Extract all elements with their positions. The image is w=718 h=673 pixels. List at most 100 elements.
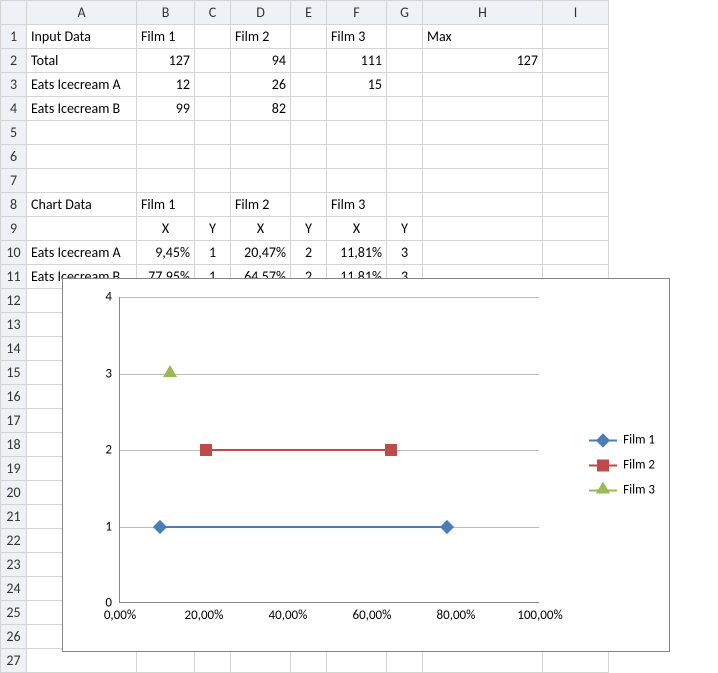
cell-G8[interactable] (387, 193, 423, 217)
cell-A10[interactable]: Eats Icecream A (27, 241, 137, 265)
cell-C5[interactable] (195, 121, 231, 145)
row-header-4[interactable]: 4 (1, 97, 27, 121)
row-header-7[interactable]: 7 (1, 169, 27, 193)
cell-C27[interactable] (195, 649, 231, 673)
cell-G9[interactable]: Y (387, 217, 423, 241)
row-header-2[interactable]: 2 (1, 49, 27, 73)
embedded-chart[interactable]: 012340,00%20,00%40,00%60,00%80,00%100,00… (62, 278, 670, 652)
column-header-F[interactable]: F (327, 1, 387, 25)
cell-D7[interactable] (231, 169, 291, 193)
row-header-9[interactable]: 9 (1, 217, 27, 241)
cell-B7[interactable] (137, 169, 195, 193)
row-header-15[interactable]: 15 (1, 361, 27, 385)
cell-A27[interactable] (27, 649, 137, 673)
cell-A3[interactable]: Eats Icecream A (27, 73, 137, 97)
cell-E27[interactable] (291, 649, 327, 673)
row-header-21[interactable]: 21 (1, 505, 27, 529)
cell-I10[interactable] (543, 241, 609, 265)
corner-cell[interactable] (1, 1, 27, 25)
row-header-3[interactable]: 3 (1, 73, 27, 97)
cell-I5[interactable] (543, 121, 609, 145)
row-header-24[interactable]: 24 (1, 577, 27, 601)
cell-D5[interactable] (231, 121, 291, 145)
column-header-I[interactable]: I (543, 1, 609, 25)
cell-B4[interactable]: 99 (137, 97, 195, 121)
cell-C3[interactable] (195, 73, 231, 97)
cell-I2[interactable] (543, 49, 609, 73)
cell-D27[interactable] (231, 649, 291, 673)
row-header-19[interactable]: 19 (1, 457, 27, 481)
row-header-5[interactable]: 5 (1, 121, 27, 145)
cell-B10[interactable]: 9,45% (137, 241, 195, 265)
cell-H9[interactable] (423, 217, 543, 241)
cell-C7[interactable] (195, 169, 231, 193)
cell-E5[interactable] (291, 121, 327, 145)
row-header-16[interactable]: 16 (1, 385, 27, 409)
column-header-C[interactable]: C (195, 1, 231, 25)
cell-C9[interactable]: Y (195, 217, 231, 241)
cell-I8[interactable] (543, 193, 609, 217)
cell-A4[interactable]: Eats Icecream B (27, 97, 137, 121)
cell-G5[interactable] (387, 121, 423, 145)
cell-G3[interactable] (387, 73, 423, 97)
cell-H8[interactable] (423, 193, 543, 217)
cell-G10[interactable]: 3 (387, 241, 423, 265)
column-header-G[interactable]: G (387, 1, 423, 25)
row-header-8[interactable]: 8 (1, 193, 27, 217)
cell-A7[interactable] (27, 169, 137, 193)
cell-D9[interactable]: X (231, 217, 291, 241)
cell-H1[interactable]: Max (423, 25, 543, 49)
row-header-23[interactable]: 23 (1, 553, 27, 577)
cell-H2[interactable]: 127 (423, 49, 543, 73)
cell-B2[interactable]: 127 (137, 49, 195, 73)
cell-G4[interactable] (387, 97, 423, 121)
cell-H4[interactable] (423, 97, 543, 121)
row-header-25[interactable]: 25 (1, 601, 27, 625)
cell-E10[interactable]: 2 (291, 241, 327, 265)
row-header-20[interactable]: 20 (1, 481, 27, 505)
cell-G6[interactable] (387, 145, 423, 169)
cell-G7[interactable] (387, 169, 423, 193)
cell-F27[interactable] (327, 649, 387, 673)
cell-D8[interactable]: Film 2 (231, 193, 291, 217)
cell-B3[interactable]: 12 (137, 73, 195, 97)
row-header-13[interactable]: 13 (1, 313, 27, 337)
cell-A2[interactable]: Total (27, 49, 137, 73)
cell-I27[interactable] (543, 649, 609, 673)
cell-F6[interactable] (327, 145, 387, 169)
cell-E1[interactable] (291, 25, 327, 49)
cell-H10[interactable] (423, 241, 543, 265)
row-header-17[interactable]: 17 (1, 409, 27, 433)
cell-H7[interactable] (423, 169, 543, 193)
cell-I9[interactable] (543, 217, 609, 241)
cell-I7[interactable] (543, 169, 609, 193)
cell-F5[interactable] (327, 121, 387, 145)
cell-D1[interactable]: Film 2 (231, 25, 291, 49)
row-header-11[interactable]: 11 (1, 265, 27, 289)
cell-B5[interactable] (137, 121, 195, 145)
cell-A8[interactable]: Chart Data (27, 193, 137, 217)
cell-D3[interactable]: 26 (231, 73, 291, 97)
column-header-E[interactable]: E (291, 1, 327, 25)
row-header-22[interactable]: 22 (1, 529, 27, 553)
cell-B8[interactable]: Film 1 (137, 193, 195, 217)
cell-B27[interactable] (137, 649, 195, 673)
row-header-27[interactable]: 27 (1, 649, 27, 673)
row-header-18[interactable]: 18 (1, 433, 27, 457)
cell-D4[interactable]: 82 (231, 97, 291, 121)
cell-E3[interactable] (291, 73, 327, 97)
cell-C10[interactable]: 1 (195, 241, 231, 265)
cell-A1[interactable]: Input Data (27, 25, 137, 49)
cell-G27[interactable] (387, 649, 423, 673)
column-header-H[interactable]: H (423, 1, 543, 25)
cell-G1[interactable] (387, 25, 423, 49)
cell-F8[interactable]: Film 3 (327, 193, 387, 217)
cell-F9[interactable]: X (327, 217, 387, 241)
cell-D2[interactable]: 94 (231, 49, 291, 73)
row-header-6[interactable]: 6 (1, 145, 27, 169)
cell-I1[interactable] (543, 25, 609, 49)
cell-H27[interactable] (423, 649, 543, 673)
cell-F2[interactable]: 111 (327, 49, 387, 73)
row-header-12[interactable]: 12 (1, 289, 27, 313)
row-header-1[interactable]: 1 (1, 25, 27, 49)
